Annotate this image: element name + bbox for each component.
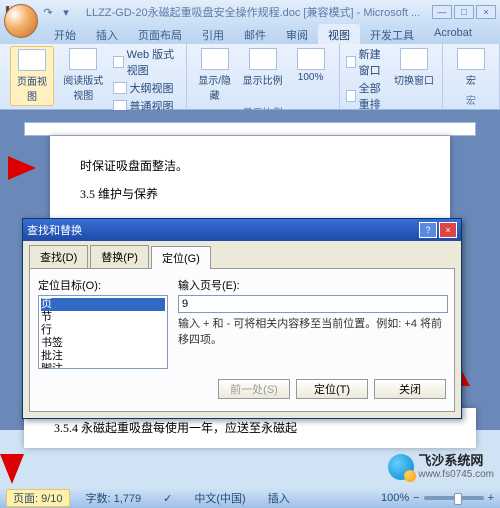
zoom-icon xyxy=(249,48,277,70)
showhide-icon xyxy=(201,48,229,70)
tab-references[interactable]: 引用 xyxy=(192,24,234,44)
page-number-label: 输入页号(E): xyxy=(178,277,448,293)
status-insert-mode[interactable]: 插入 xyxy=(262,490,296,506)
zoom-100-icon xyxy=(297,48,325,70)
tab-view[interactable]: 视图 xyxy=(318,24,360,44)
new-window-button[interactable]: 新建窗口 xyxy=(346,46,388,78)
annotation-arrow-3 xyxy=(0,454,24,484)
zoom-out-button[interactable]: − xyxy=(413,492,419,504)
dialog-tab-goto[interactable]: 定位(G) xyxy=(151,246,211,269)
dialog-buttons: 前一处(S) 定位(T) 关闭 xyxy=(38,375,446,403)
macros-button[interactable]: 宏 xyxy=(449,46,493,89)
showhide-button[interactable]: 显示/隐藏 xyxy=(193,46,237,104)
dialog-body: 定位目标(O): 页 节 行 书签 批注 脚注 输入页号(E): 输入 + 和 … xyxy=(29,268,455,412)
zoom-100-button[interactable]: 100% xyxy=(289,46,333,85)
horizontal-ruler[interactable] xyxy=(24,122,476,136)
dialog-tabs: 查找(D) 替换(P) 定位(G) xyxy=(23,241,461,268)
status-bar: 页面: 9/10 字数: 1,779 ✓ 中文(中国) 插入 100% − + xyxy=(0,488,500,508)
status-language[interactable]: 中文(中国) xyxy=(188,490,251,506)
close-button[interactable]: × xyxy=(476,5,496,19)
status-spellcheck-icon[interactable]: ✓ xyxy=(157,492,178,505)
ribbon-group-window: 新建窗口 全部重排 拆分 切换窗口 窗口 xyxy=(340,44,443,109)
previous-button: 前一处(S) xyxy=(218,379,290,399)
switch-window-icon xyxy=(400,48,428,70)
window-controls: — □ × xyxy=(432,5,496,19)
status-page[interactable]: 页面: 9/10 xyxy=(6,489,70,507)
reading-view-button[interactable]: 阅读版式视图 xyxy=(58,46,109,104)
page-view-icon xyxy=(18,49,46,71)
goto-target-list[interactable]: 页 节 行 书签 批注 脚注 xyxy=(38,295,168,369)
dialog-help-button[interactable]: ? xyxy=(419,222,437,238)
watermark: 飞沙系统网 www.fs0745.com xyxy=(388,454,494,480)
dialog-titlebar[interactable]: 查找和替换 ? × xyxy=(23,219,461,241)
tab-mailings[interactable]: 邮件 xyxy=(234,24,276,44)
ribbon-group-macros: 宏 宏 xyxy=(443,44,500,109)
list-item[interactable]: 脚注 xyxy=(41,363,165,369)
status-word-count[interactable]: 字数: 1,779 xyxy=(80,490,148,506)
doc-line-354: 3.5.4 永磁起重吸盘每使用一年，应送至永磁起 xyxy=(54,418,446,440)
ribbon-group-zoom: 显示/隐藏 显示比例 100% 显示比例 xyxy=(187,44,340,109)
list-item[interactable]: 页 xyxy=(41,298,165,311)
tab-pagelayout[interactable]: 页面布局 xyxy=(128,24,192,44)
goto-target-label: 定位目标(O): xyxy=(38,277,168,293)
watermark-logo-icon xyxy=(388,454,414,480)
doc-line-1: 时保证吸盘面整洁。 xyxy=(80,156,420,178)
ribbon-tabs: 开始 插入 页面布局 引用 邮件 审阅 视图 开发工具 Acrobat xyxy=(0,24,500,44)
new-window-icon xyxy=(346,56,356,68)
zoom-button[interactable]: 显示比例 xyxy=(241,46,285,89)
maximize-button[interactable]: □ xyxy=(454,5,474,19)
ribbon-group-views: 页面视图 阅读版式视图 Web 版式视图 大纲视图 普通视图 文档视图 xyxy=(4,44,187,109)
arrange-icon xyxy=(346,90,356,102)
watermark-name: 飞沙系统网 xyxy=(418,454,494,468)
tab-home[interactable]: 开始 xyxy=(44,24,86,44)
web-view-icon xyxy=(113,56,124,68)
dialog-close-button[interactable]: × xyxy=(439,222,457,238)
list-item[interactable]: 行 xyxy=(41,324,165,337)
tab-developer[interactable]: 开发工具 xyxy=(360,24,424,44)
office-button[interactable] xyxy=(4,4,38,38)
redo-icon[interactable]: ↷ xyxy=(40,4,56,20)
list-item[interactable]: 批注 xyxy=(41,350,165,363)
dialog-title: 查找和替换 xyxy=(27,222,82,238)
goto-button[interactable]: 定位(T) xyxy=(296,379,368,399)
list-item[interactable]: 书签 xyxy=(41,337,165,350)
titlebar: 💾 ↶ ↷ ▾ LLZZ-GD-20永磁起重吸盘安全操作规程.doc [兼容模式… xyxy=(0,0,500,24)
dialog-tab-find[interactable]: 查找(D) xyxy=(29,245,88,268)
arrange-button[interactable]: 全部重排 xyxy=(346,80,388,112)
tab-acrobat[interactable]: Acrobat xyxy=(424,24,482,44)
find-replace-dialog: 查找和替换 ? × 查找(D) 替换(P) 定位(G) 定位目标(O): 页 节… xyxy=(22,218,462,419)
qat-more-icon[interactable]: ▾ xyxy=(58,4,74,20)
status-zoom: 100% − + xyxy=(381,492,494,504)
zoom-in-button[interactable]: + xyxy=(488,492,494,504)
list-item[interactable]: 节 xyxy=(41,311,165,324)
switch-window-button[interactable]: 切换窗口 xyxy=(392,46,436,89)
zoom-slider[interactable] xyxy=(424,496,484,500)
minimize-button[interactable]: — xyxy=(432,5,452,19)
watermark-url: www.fs0745.com xyxy=(418,469,494,480)
dialog-tab-replace[interactable]: 替换(P) xyxy=(90,245,149,268)
page-view-button[interactable]: 页面视图 xyxy=(10,46,54,106)
annotation-arrow-1 xyxy=(8,156,36,180)
goto-hint: 输入 + 和 - 可将相关内容移至当前位置。例如: +4 将前移四项。 xyxy=(178,315,448,347)
macros-icon xyxy=(457,48,485,70)
outline-view-button[interactable]: 大纲视图 xyxy=(113,80,180,96)
window-title: LLZZ-GD-20永磁起重吸盘安全操作规程.doc [兼容模式] - Micr… xyxy=(74,4,432,20)
tab-review[interactable]: 审阅 xyxy=(276,24,318,44)
close-dialog-button[interactable]: 关闭 xyxy=(374,379,446,399)
page-number-input[interactable] xyxy=(178,295,448,313)
web-view-button[interactable]: Web 版式视图 xyxy=(113,46,180,78)
reading-view-icon xyxy=(69,48,97,70)
ribbon: 页面视图 阅读版式视图 Web 版式视图 大纲视图 普通视图 文档视图 显示/隐… xyxy=(0,44,500,110)
doc-section-3-5: 3.5 维护与保养 xyxy=(80,184,420,206)
outline-view-icon xyxy=(113,82,127,94)
zoom-value[interactable]: 100% xyxy=(381,492,409,504)
tab-insert[interactable]: 插入 xyxy=(86,24,128,44)
